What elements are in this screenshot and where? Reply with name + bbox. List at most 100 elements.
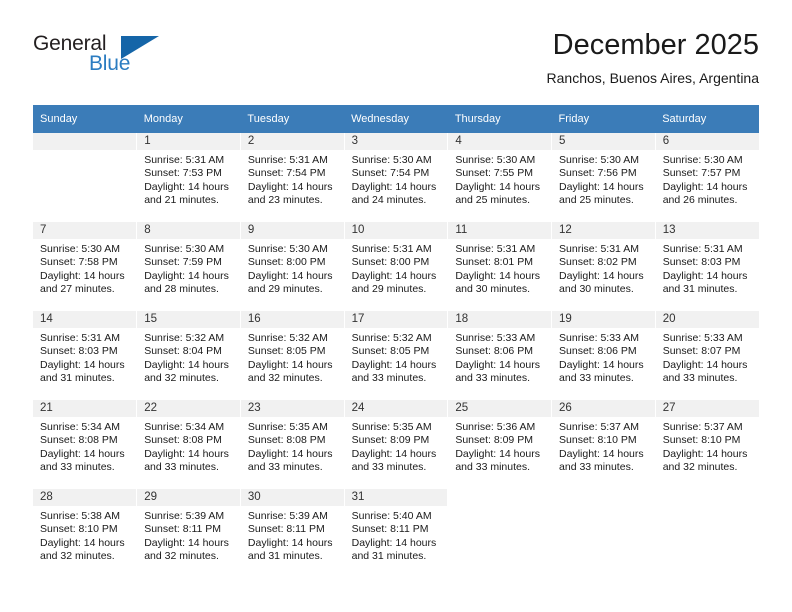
day-cell[interactable]: 11 Sunrise: 5:31 AM Sunset: 8:01 PM Dayl… [447, 222, 553, 311]
day-cell[interactable]: 4 Sunrise: 5:30 AM Sunset: 7:55 PM Dayli… [447, 133, 553, 222]
sunset-text: Sunset: 8:08 PM [40, 434, 118, 447]
daylight-text-line1: Daylight: 14 hours [144, 269, 229, 282]
day-cell[interactable]: 25 Sunrise: 5:36 AM Sunset: 8:09 PM Dayl… [447, 400, 553, 489]
calendar-table: Sunday Monday Tuesday Wednesday Thursday… [33, 105, 759, 578]
day-cell[interactable]: 15 Sunrise: 5:32 AM Sunset: 8:04 PM Dayl… [136, 311, 241, 400]
sunrise-text: Sunrise: 5:37 AM [662, 421, 743, 433]
day-cell[interactable]: 10 Sunrise: 5:31 AM Sunset: 8:00 PM Dayl… [344, 222, 449, 311]
sunset-text: Sunset: 7:59 PM [144, 256, 222, 269]
day-cell[interactable]: 23 Sunrise: 5:35 AM Sunset: 8:08 PM Dayl… [240, 400, 345, 489]
daylight-text-line2: and 30 minutes. [559, 283, 634, 296]
day-cell[interactable] [447, 489, 553, 578]
daylight-text-line1: Daylight: 14 hours [247, 536, 333, 549]
day-cell[interactable] [655, 489, 759, 578]
day-number [448, 489, 552, 506]
daylight-text-line2: and 33 minutes. [247, 461, 323, 474]
daylight-text-line2: and 32 minutes. [247, 372, 323, 385]
sunset-text: Sunset: 7:57 PM [662, 167, 741, 180]
daylight-text-line1: Daylight: 14 hours [247, 180, 333, 193]
sunset-text: Sunset: 8:01 PM [455, 256, 533, 269]
daylight-text-line2: and 27 minutes. [40, 283, 115, 296]
day-cell[interactable]: 18 Sunrise: 5:33 AM Sunset: 8:06 PM Dayl… [447, 311, 553, 400]
daylight-text-line1: Daylight: 14 hours [559, 447, 644, 460]
day-cell[interactable]: 8 Sunrise: 5:30 AM Sunset: 7:59 PM Dayli… [136, 222, 241, 311]
sunset-text: Sunset: 8:05 PM [247, 345, 326, 358]
weekday-header-wednesday: Wednesday [344, 105, 448, 133]
day-cell[interactable]: 5 Sunrise: 5:30 AM Sunset: 7:56 PM Dayli… [551, 133, 656, 222]
sunset-text: Sunset: 8:11 PM [247, 523, 325, 536]
day-number [33, 133, 137, 150]
daylight-text-line1: Daylight: 14 hours [247, 269, 333, 282]
day-number: 5 [552, 133, 655, 150]
daylight-text-line1: Daylight: 14 hours [40, 358, 125, 371]
day-cell[interactable]: 21 Sunrise: 5:34 AM Sunset: 8:08 PM Dayl… [33, 400, 138, 489]
day-cell[interactable]: 13 Sunrise: 5:31 AM Sunset: 8:03 PM Dayl… [655, 222, 759, 311]
day-cell[interactable]: 28 Sunrise: 5:38 AM Sunset: 8:10 PM Dayl… [33, 489, 138, 578]
day-number: 13 [655, 222, 759, 239]
day-cell[interactable]: 14 Sunrise: 5:31 AM Sunset: 8:03 PM Dayl… [33, 311, 138, 400]
day-cell[interactable]: 31 Sunrise: 5:40 AM Sunset: 8:11 PM Dayl… [344, 489, 449, 578]
sunset-text: Sunset: 7:53 PM [144, 167, 222, 180]
weekday-header-thursday: Thursday [447, 105, 552, 133]
sunrise-text: Sunrise: 5:32 AM [144, 332, 225, 344]
daylight-text-line1: Daylight: 14 hours [559, 180, 644, 193]
daylight-text-line1: Daylight: 14 hours [455, 447, 540, 460]
sunset-text: Sunset: 8:00 PM [247, 256, 326, 269]
sunrise-text: Sunrise: 5:30 AM [455, 154, 536, 166]
day-cell[interactable] [33, 133, 138, 222]
day-cell[interactable] [551, 489, 656, 578]
day-cell[interactable]: 27 Sunrise: 5:37 AM Sunset: 8:10 PM Dayl… [655, 400, 759, 489]
daylight-text-line2: and 33 minutes. [559, 372, 634, 385]
day-number: 15 [137, 311, 240, 328]
daylight-text-line1: Daylight: 14 hours [144, 536, 229, 549]
logo-text-blue: Blue [89, 52, 131, 75]
sunset-text: Sunset: 8:07 PM [662, 345, 741, 358]
daylight-text-line2: and 33 minutes. [662, 372, 738, 385]
daylight-text-line1: Daylight: 14 hours [662, 269, 748, 282]
day-number: 31 [344, 489, 448, 506]
day-cell[interactable]: 17 Sunrise: 5:32 AM Sunset: 8:05 PM Dayl… [344, 311, 449, 400]
day-cell[interactable]: 12 Sunrise: 5:31 AM Sunset: 8:02 PM Dayl… [551, 222, 656, 311]
day-number: 6 [655, 133, 759, 150]
day-number: 21 [33, 400, 137, 417]
daylight-text-line2: and 25 minutes. [559, 194, 634, 207]
calendar-week-row: 21 Sunrise: 5:34 AM Sunset: 8:08 PM Dayl… [33, 400, 759, 489]
day-cell[interactable]: 22 Sunrise: 5:34 AM Sunset: 8:08 PM Dayl… [136, 400, 241, 489]
daylight-text-line1: Daylight: 14 hours [247, 447, 333, 460]
location-subtitle: Ranchos, Buenos Aires, Argentina [546, 70, 759, 86]
daylight-text-line2: and 33 minutes. [559, 461, 634, 474]
day-number: 11 [448, 222, 552, 239]
day-cell[interactable]: 1 Sunrise: 5:31 AM Sunset: 7:53 PM Dayli… [136, 133, 241, 222]
day-cell[interactable]: 19 Sunrise: 5:33 AM Sunset: 8:06 PM Dayl… [551, 311, 656, 400]
sunset-text: Sunset: 8:11 PM [144, 523, 222, 536]
sunset-text: Sunset: 8:00 PM [351, 256, 430, 269]
day-cell[interactable]: 26 Sunrise: 5:37 AM Sunset: 8:10 PM Dayl… [551, 400, 656, 489]
day-cell[interactable]: 6 Sunrise: 5:30 AM Sunset: 7:57 PM Dayli… [655, 133, 759, 222]
daylight-text-line2: and 28 minutes. [144, 283, 219, 296]
sunset-text: Sunset: 8:11 PM [351, 523, 429, 536]
day-cell[interactable]: 30 Sunrise: 5:39 AM Sunset: 8:11 PM Dayl… [240, 489, 345, 578]
day-cell[interactable]: 3 Sunrise: 5:30 AM Sunset: 7:54 PM Dayli… [344, 133, 449, 222]
day-cell[interactable]: 9 Sunrise: 5:30 AM Sunset: 8:00 PM Dayli… [240, 222, 345, 311]
day-number [552, 489, 655, 506]
daylight-text-line2: and 33 minutes. [351, 372, 427, 385]
day-number: 18 [448, 311, 552, 328]
day-cell[interactable]: 20 Sunrise: 5:33 AM Sunset: 8:07 PM Dayl… [655, 311, 759, 400]
daylight-text-line2: and 31 minutes. [247, 550, 323, 563]
day-cell[interactable]: 7 Sunrise: 5:30 AM Sunset: 7:58 PM Dayli… [33, 222, 138, 311]
daylight-text-line2: and 33 minutes. [40, 461, 115, 474]
calendar-body: 1 Sunrise: 5:31 AM Sunset: 7:53 PM Dayli… [33, 133, 759, 578]
day-cell[interactable]: 16 Sunrise: 5:32 AM Sunset: 8:05 PM Dayl… [240, 311, 345, 400]
daylight-text-line1: Daylight: 14 hours [351, 180, 437, 193]
day-cell[interactable]: 24 Sunrise: 5:35 AM Sunset: 8:09 PM Dayl… [344, 400, 449, 489]
sunrise-text: Sunrise: 5:30 AM [144, 243, 225, 255]
day-cell[interactable]: 2 Sunrise: 5:31 AM Sunset: 7:54 PM Dayli… [240, 133, 345, 222]
day-number: 1 [137, 133, 240, 150]
sunrise-text: Sunrise: 5:33 AM [455, 332, 536, 344]
day-cell[interactable]: 29 Sunrise: 5:39 AM Sunset: 8:11 PM Dayl… [136, 489, 241, 578]
daylight-text-line1: Daylight: 14 hours [351, 447, 437, 460]
day-number: 3 [344, 133, 448, 150]
day-number: 24 [344, 400, 448, 417]
day-number: 14 [33, 311, 137, 328]
general-blue-logo: General Blue [33, 32, 163, 82]
